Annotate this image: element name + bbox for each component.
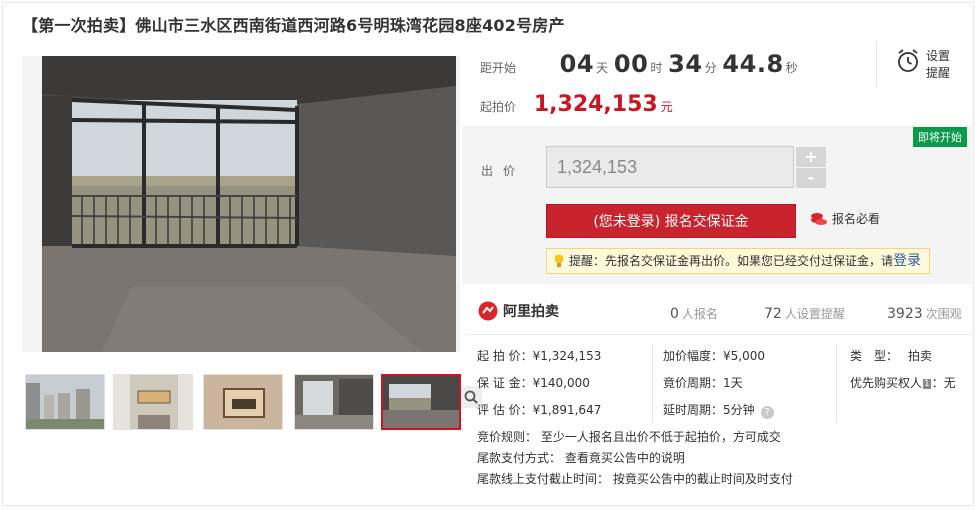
detail-priority-buyer: 优先购买权人 1 ：无 (850, 376, 956, 390)
status-badge: 即将开始 (913, 127, 967, 147)
detail-deposit: 保 证 金：¥140,000 (477, 376, 590, 390)
set-reminder-button[interactable]: 设置提醒 (896, 48, 960, 82)
start-price-row: 起拍价 1,324,153 元 (480, 92, 673, 117)
start-price-label: 起拍价 (480, 100, 517, 114)
start-price-unit: 元 (660, 100, 673, 114)
view-count: 3923 次围观 (887, 306, 962, 322)
tip-text: 提醒：先报名交保证金再出价。如果您已经交付过保证金，请 (569, 254, 894, 268)
login-tip: 提醒：先报名交保证金再出价。如果您已经交付过保证金，请登录 (546, 248, 930, 274)
detail-start-price: 起 拍 价：¥1,324,153 (477, 349, 602, 363)
start-price-value: 1,324,153 (533, 92, 658, 117)
countdown-seconds: 44.8 (722, 50, 784, 78)
login-link[interactable]: 登录 (893, 253, 921, 269)
detail-appraisal: 评 估 价：¥1,891,647 (477, 403, 602, 417)
decrease-bid-button[interactable]: - (796, 168, 826, 188)
thumbnail-4[interactable] (294, 374, 374, 430)
hours-unit: 时 (650, 61, 663, 75)
register-deposit-button[interactable]: (您未登录) 报名交保证金 (546, 204, 796, 238)
detail-bid-period: 竟价周期：1天 (663, 376, 743, 390)
days-unit: 天 (596, 61, 609, 75)
bid-amount-input[interactable] (546, 146, 794, 188)
coins-icon (811, 212, 827, 225)
help-icon[interactable]: ? (760, 406, 774, 419)
thumbnail-5-active[interactable] (381, 374, 461, 430)
countdown-minutes: 34 (668, 50, 703, 78)
platform-name: 阿里拍卖 (503, 304, 559, 320)
signup-count: 0 人报名 (670, 306, 718, 322)
countdown: 距开始 04 天 00 时 34 分 44.8 秒 (480, 50, 800, 78)
detail-type: 类 型： 拍卖 (850, 349, 933, 363)
detail-delay-period: 延时周期：5分钟? (663, 401, 774, 419)
countdown-days: 04 (559, 50, 595, 78)
bid-panel: 即将开始 出价 + - (您未登录) 报名交保证金 报名必看 提醒：先报名交保证… (462, 126, 972, 284)
bid-rule: 竞价规则： 至少一人报名且出价不低于起拍价，方可成交 (477, 430, 781, 444)
alarm-clock-icon (898, 49, 918, 72)
set-reminder-label: 设置提醒 (926, 49, 951, 80)
payment-method: 尾款支付方式： 查看竟买公告中的说明 (477, 451, 685, 465)
payment-deadline: 尾款线上支付截止时间： 按竟买公告中的截止时间及时支付 (477, 472, 793, 486)
thumbnail-1[interactable] (25, 374, 105, 430)
priority-tag: 1 (923, 379, 931, 389)
main-photo[interactable] (22, 56, 482, 408)
ali-auction-logo (478, 301, 498, 321)
detail-increment: 加价幅度：¥5,000 (663, 349, 765, 363)
increase-bid-button[interactable]: + (796, 147, 826, 167)
thumbnail-strip (22, 374, 462, 430)
minutes-unit: 分 (704, 61, 717, 75)
reminder-count: 72 人设置提醒 (764, 306, 845, 322)
alarm-divider (876, 42, 877, 86)
page-title: 【第一次拍卖】佛山市三水区西南街道西河路6号明珠湾花园8座402号房产 (22, 16, 565, 35)
column-divider-2 (836, 344, 837, 422)
must-read-label: 报名必看 (832, 212, 881, 226)
thumbnail-2[interactable] (113, 374, 193, 430)
room-photo (42, 56, 456, 352)
lightbulb-icon (554, 254, 564, 267)
must-read-link[interactable]: 报名必看 (810, 210, 880, 227)
countdown-label: 距开始 (480, 61, 517, 75)
thumbnail-3[interactable] (203, 374, 283, 430)
countdown-hours: 00 (613, 50, 649, 78)
info-divider (466, 334, 972, 335)
column-divider-1 (652, 344, 653, 422)
bid-label: 出价 (481, 164, 526, 178)
type-value: 拍卖 (908, 349, 933, 363)
seconds-unit: 秒 (785, 61, 798, 75)
ali-auction-brand: 阿里拍卖 (478, 301, 559, 321)
